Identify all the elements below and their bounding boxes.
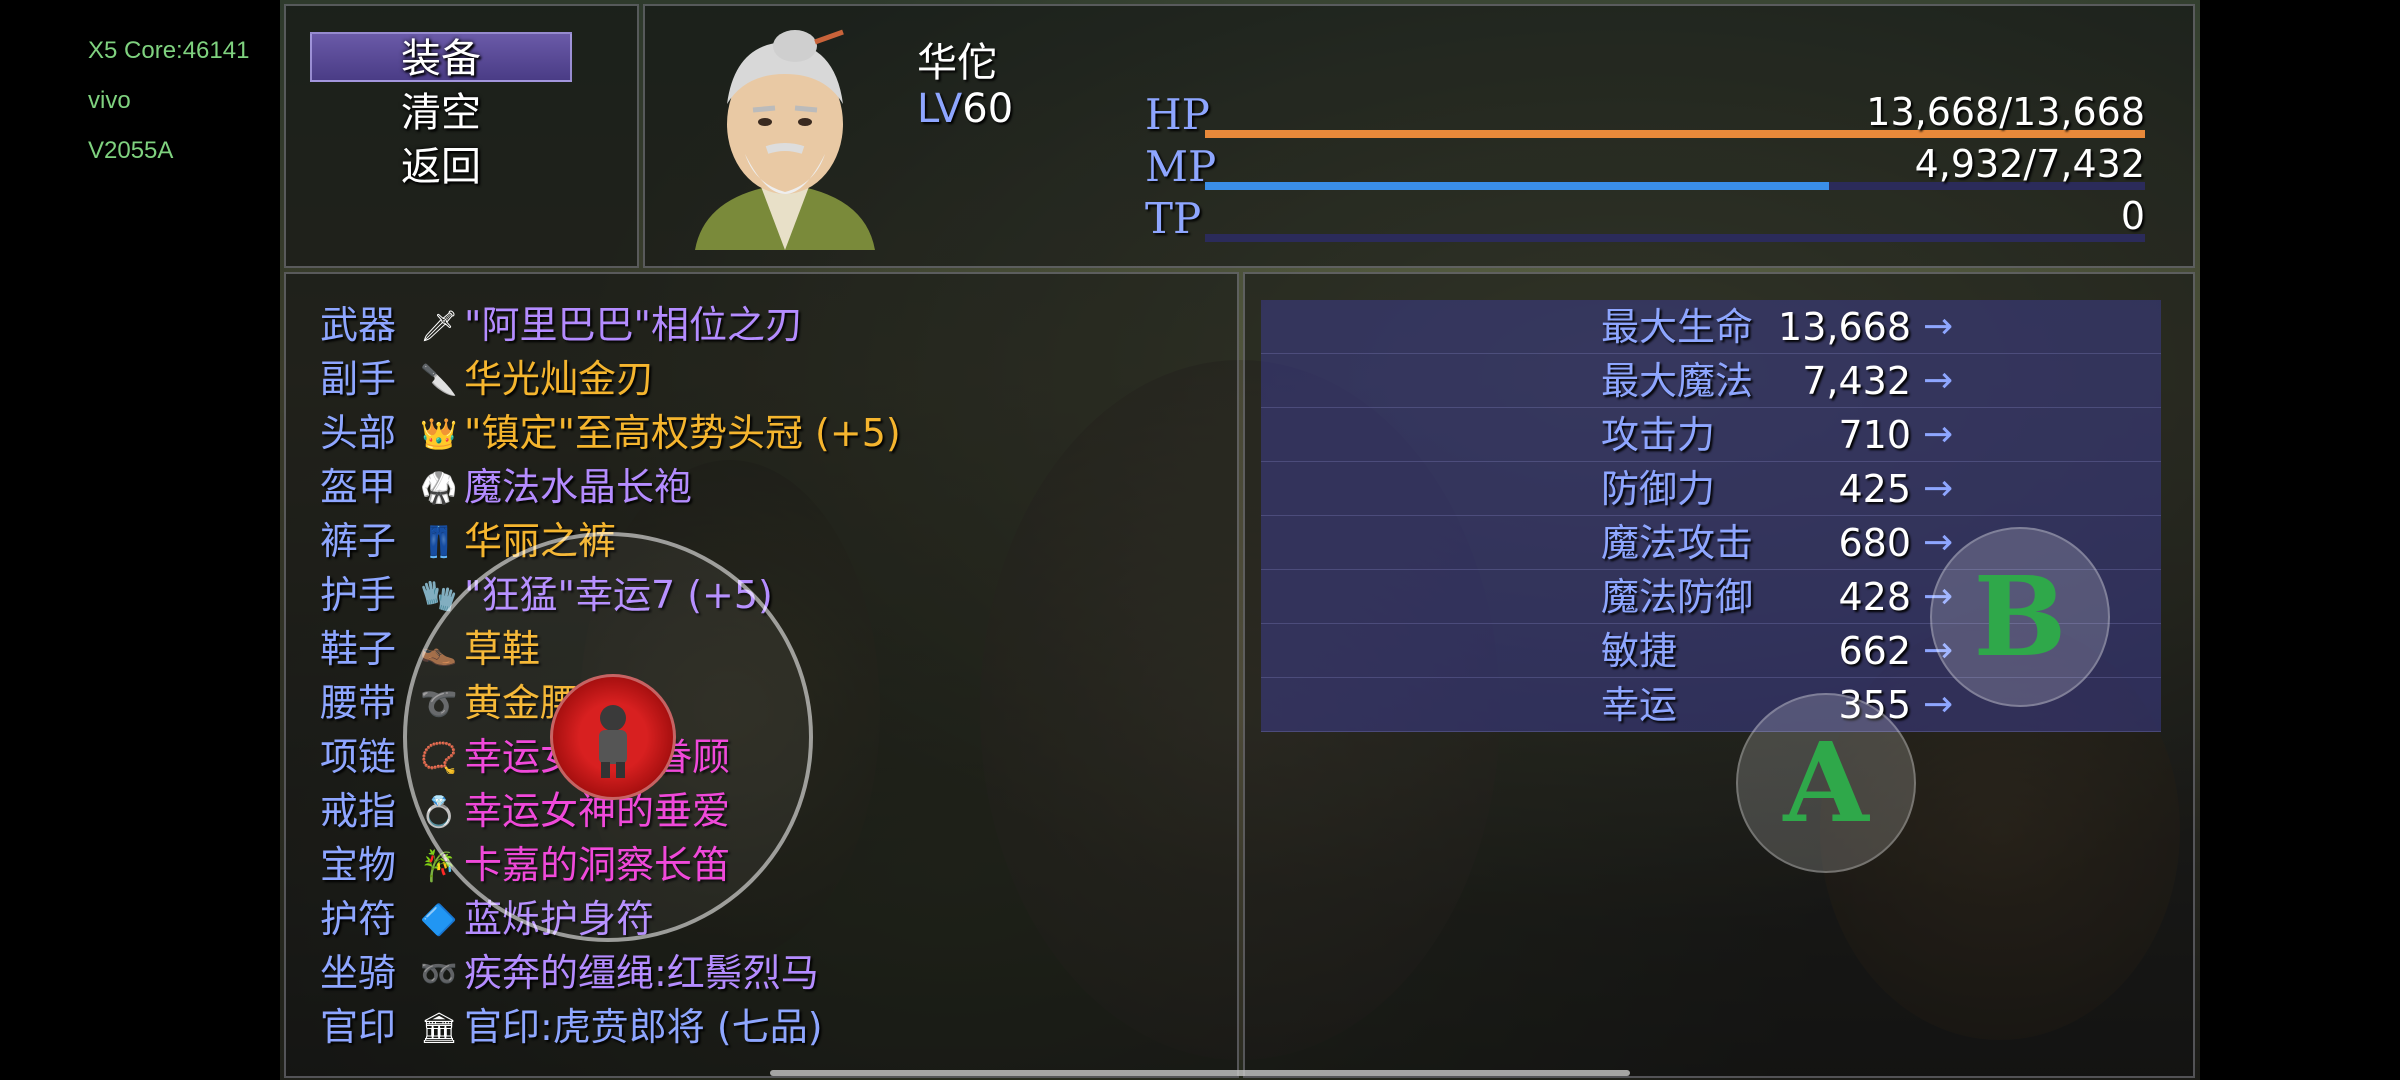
parameter-name: 最大魔法 — [1601, 359, 1754, 403]
tp-label: TP — [1145, 194, 1202, 243]
level-label: LV — [917, 86, 963, 132]
mp-gauge: MP 4,932/7,432 — [1145, 142, 2145, 192]
parameter-value: 13,668 — [1778, 305, 1911, 349]
rein-icon: ➿ — [420, 957, 458, 992]
home-indicator[interactable] — [770, 1070, 1630, 1076]
parameter-name: 魔法攻击 — [1601, 521, 1754, 565]
equipped-item-name: "镇定"至高权势头冠 (+5) — [464, 411, 901, 455]
equipped-item-name: 疾奔的缰绳:红鬃烈马 — [464, 951, 819, 995]
parameter-name: 敏捷 — [1601, 629, 1678, 673]
command-clear[interactable]: 清空 — [310, 88, 572, 138]
mp-value: 4,932/7,432 — [1914, 142, 2145, 186]
slot-name: 宝物 — [320, 843, 397, 887]
hp-label: HP — [1145, 90, 1210, 139]
arrow-right-icon: → — [1923, 360, 1954, 401]
b-button-label: B — [1973, 552, 2067, 681]
equip-slot-row[interactable]: 官印 🏛 官印:虎贲郎将 (七品) — [320, 1000, 1220, 1054]
hp-gauge: HP 13,668/13,668 — [1145, 90, 2145, 140]
device-model: V2055A — [88, 137, 174, 164]
slot-name: 头部 — [320, 411, 397, 455]
slot-name: 盔甲 — [320, 465, 397, 509]
parameter-value: 680 — [1838, 521, 1911, 565]
slot-name: 项链 — [320, 735, 397, 779]
hp-value: 13,668/13,668 — [1866, 90, 2145, 134]
blade-icon: 🔪 — [420, 363, 458, 398]
parameter-name: 防御力 — [1601, 467, 1716, 511]
actor-name: 华佗 — [917, 40, 997, 86]
parameter-name: 幸运 — [1601, 683, 1678, 727]
equipped-item-name: 华光灿金刃 — [464, 357, 655, 401]
parameter-row: 攻击力 710 → — [1261, 408, 2161, 462]
actor-portrait — [695, 29, 875, 250]
parameter-row: 最大生命 13,668 → — [1261, 300, 2161, 354]
slot-name: 戒指 — [320, 789, 397, 833]
equip-slot-row[interactable]: 头部 👑 "镇定"至高权势头冠 (+5) — [320, 406, 1220, 460]
slot-name: 武器 — [320, 303, 397, 347]
slot-name: 官印 — [320, 1005, 397, 1049]
equipped-item-name: 官印:虎贲郎将 (七品) — [464, 1005, 823, 1049]
slot-name: 腰带 — [320, 681, 397, 725]
sword-icon: 🗡 — [420, 309, 459, 344]
parameter-value: 662 — [1838, 629, 1911, 673]
mp-gauge-fill — [1205, 182, 1829, 190]
parameter-name: 魔法防御 — [1601, 575, 1754, 619]
device-brand: vivo — [88, 87, 131, 114]
arrow-right-icon: → — [1923, 306, 1954, 347]
tp-gauge: TP 0 — [1145, 194, 2145, 244]
parameter-name: 最大生命 — [1601, 305, 1754, 349]
equip-slot-row[interactable]: 副手 🔪 华光灿金刃 — [320, 352, 1220, 406]
equip-slot-row[interactable]: 盔甲 🥋 魔法水晶长袍 — [320, 460, 1220, 514]
parameter-value: 428 — [1838, 575, 1911, 619]
amulet-icon: 🔷 — [420, 903, 458, 938]
player-sprite-icon — [599, 705, 627, 778]
game-screen[interactable]: 装备 清空 返回 华佗 LV60 HP 13,668/13,668 MP 4,9… — [280, 0, 2200, 1080]
seal-icon: 🏛 — [420, 1011, 459, 1046]
slot-name: 裤子 — [320, 519, 397, 563]
equip-slot-row[interactable]: 护符 🔷 蓝烁护身符 — [320, 892, 1220, 946]
parameter-value: 425 — [1838, 467, 1911, 511]
parameter-value: 7,432 — [1802, 359, 1911, 403]
slot-name: 副手 — [320, 357, 397, 401]
parameter-value: 710 — [1838, 413, 1911, 457]
slot-name: 坐骑 — [320, 951, 397, 995]
equip-slot-row[interactable]: 武器 🗡 "阿里巴巴"相位之刃 — [320, 298, 1220, 352]
a-button-label: A — [1783, 718, 1869, 847]
device-info: X5 Core:46141 vivo V2055A — [88, 26, 278, 176]
equipped-item-name: 魔法水晶长袍 — [464, 465, 693, 509]
b-button[interactable]: B — [1930, 527, 2110, 707]
level-value: 60 — [962, 86, 1014, 132]
command-equip[interactable]: 装备 — [310, 32, 572, 82]
command-back[interactable]: 返回 — [310, 142, 572, 192]
parameter-row: 防御力 425 → — [1261, 462, 2161, 516]
device-core-version: X5 Core:46141 — [88, 37, 250, 64]
slot-name: 鞋子 — [320, 627, 397, 671]
tp-value: 0 — [2120, 194, 2145, 238]
equipped-item-name: "阿里巴巴"相位之刃 — [464, 303, 803, 347]
parameter-row: 最大魔法 7,432 → — [1261, 354, 2161, 408]
slot-name: 护手 — [320, 573, 397, 617]
arrow-right-icon: → — [1923, 468, 1954, 509]
arrow-right-icon: → — [1923, 414, 1954, 455]
a-button[interactable]: A — [1736, 693, 1916, 873]
parameter-name: 攻击力 — [1601, 413, 1716, 457]
equip-slot-row[interactable]: 裤子 👖 华丽之裤 — [320, 514, 1220, 568]
equip-slot-row[interactable]: 坐骑 ➿ 疾奔的缰绳:红鬃烈马 — [320, 946, 1220, 1000]
robe-icon: 🥋 — [420, 471, 458, 506]
actor-level: LV60 — [917, 86, 1013, 132]
actor-status-panel: 华佗 LV60 HP 13,668/13,668 MP 4,932/7,432 … — [643, 4, 2195, 268]
crown-icon: 👑 — [420, 417, 458, 452]
pants-icon: 👖 — [420, 525, 458, 560]
slot-name: 护符 — [320, 897, 397, 941]
command-menu: 装备 清空 返回 — [284, 4, 639, 268]
tp-gauge-track — [1205, 234, 2145, 242]
